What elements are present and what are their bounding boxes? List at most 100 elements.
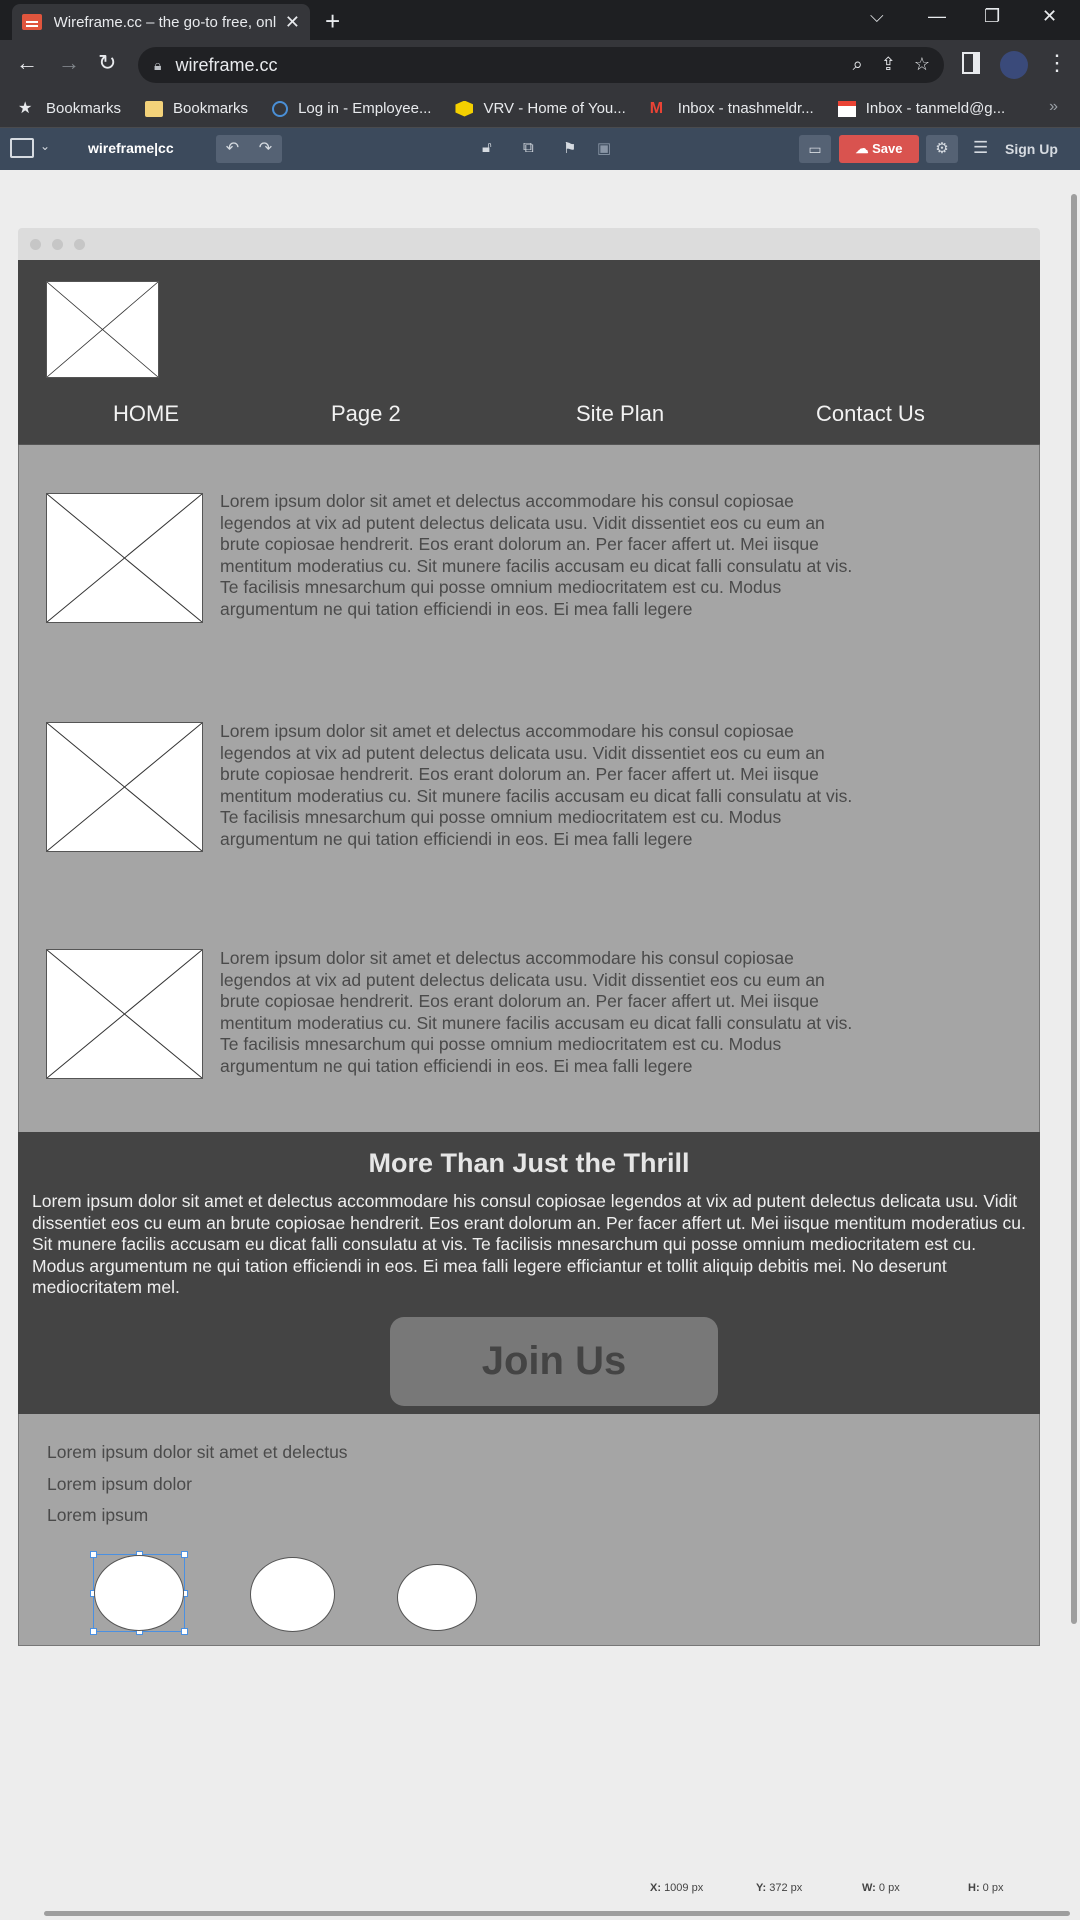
status-y: Y: 372 px (756, 1882, 803, 1894)
address-bar-row: ← → ↻ 🔒︎ wireframe.cc ⌕ ⇪ ☆ ⋮ (0, 40, 1080, 90)
reload-button[interactable]: ↻ (98, 50, 116, 76)
profile-avatar[interactable] (1000, 51, 1028, 79)
bookmark-item[interactable]: Log in - Employee... (272, 100, 431, 117)
row-text[interactable]: Lorem ipsum dolor sit amet et delectus a… (220, 721, 860, 850)
close-window-button[interactable]: ✕ (1042, 6, 1057, 27)
chevron-down-icon[interactable]: ⌄ (40, 139, 50, 153)
nav-site-plan[interactable]: Site Plan (576, 401, 664, 427)
browser-menu-icon[interactable]: ⋮ (1046, 50, 1068, 76)
zoom-icon[interactable]: ⌕ (853, 54, 863, 75)
tab-title: Wireframe.cc – the go-to free, online wi… (53, 13, 277, 31)
login-icon (272, 100, 289, 117)
frame-dot (30, 239, 41, 250)
wireframe-content[interactable]: Lorem ipsum dolor sit amet et delectus a… (18, 445, 1040, 1132)
omnibox[interactable]: 🔒︎ wireframe.cc ⌕ ⇪ ☆ (138, 47, 944, 83)
restore-button[interactable]: ❐ (984, 6, 1000, 27)
app-toolbar: ⌄ wireframe|cc ↶ ↷ 🔓︎ ⧉ ⚑ ▣ ▭ ☁ Save ⚙ ☰… (0, 128, 1080, 170)
redo-icon[interactable]: ↷ (249, 135, 282, 163)
row-text[interactable]: Lorem ipsum dolor sit amet et delectus a… (220, 948, 860, 1077)
bookmark-star-icon[interactable]: ☆ (914, 54, 930, 75)
group-icon[interactable]: ▣ (597, 139, 611, 157)
resize-handle[interactable] (90, 1551, 97, 1558)
browser-tabbar: Wireframe.cc – the go-to free, online wi… (0, 0, 1080, 40)
page-icon[interactable] (10, 138, 34, 158)
hamburger-menu-icon[interactable]: ☰ (973, 138, 988, 158)
editor-canvas[interactable]: HOME Page 2 Site Plan Contact Us Lorem i… (0, 170, 1080, 1920)
bookmark-label: Bookmarks (173, 100, 249, 117)
status-h: H: 0 px (968, 1882, 1004, 1894)
status-y-value: 372 px (769, 1882, 803, 1894)
back-button[interactable]: ← (16, 50, 38, 76)
bookmark-item[interactable]: ★ Bookmarks (18, 100, 121, 117)
status-w-value: 0 px (878, 1882, 900, 1894)
nav-contact-us[interactable]: Contact Us (816, 401, 925, 427)
align-icon[interactable]: ⚑ (563, 139, 576, 157)
status-h-value: 0 px (982, 1882, 1004, 1894)
folder-icon (145, 100, 164, 117)
logo-image-placeholder[interactable] (46, 281, 159, 378)
save-label: Save (872, 141, 903, 156)
resize-handle[interactable] (181, 1551, 188, 1558)
undo-redo-group: ↶ ↷ (216, 135, 282, 163)
section-heading[interactable]: More Than Just the Thrill (18, 1148, 1040, 1179)
vertical-scrollbar[interactable] (1071, 194, 1077, 1624)
wireframe-browser-frame: HOME Page 2 Site Plan Contact Us Lorem i… (18, 228, 1040, 1646)
image-placeholder[interactable] (46, 722, 203, 852)
signup-link[interactable]: Sign Up (1005, 141, 1058, 157)
join-us-button[interactable]: Join Us (390, 1317, 718, 1406)
side-panel-icon[interactable] (962, 52, 980, 74)
image-placeholder[interactable] (46, 949, 203, 1079)
forward-button[interactable]: → (58, 50, 80, 76)
bookmark-label: Log in - Employee... (298, 100, 432, 117)
image-placeholder[interactable] (46, 493, 203, 623)
circle-shape[interactable] (250, 1557, 335, 1632)
close-tab-icon[interactable]: ✕ (285, 12, 300, 33)
bookmarks-bar: ★ Bookmarks Bookmarks Log in - Employee.… (0, 90, 1080, 128)
circle-shape-selected[interactable] (94, 1555, 184, 1631)
nav-page-2[interactable]: Page 2 (331, 401, 401, 427)
settings-button[interactable]: ⚙ (926, 135, 958, 163)
new-tab-button[interactable]: + (325, 6, 340, 37)
gmail-icon: M (649, 99, 664, 117)
status-x: X: 1009 px (650, 1882, 704, 1894)
circle-shape[interactable] (397, 1564, 477, 1631)
undo-icon[interactable]: ↶ (216, 135, 249, 163)
row-text[interactable]: Lorem ipsum dolor sit amet et delectus a… (220, 491, 860, 620)
footer-line[interactable]: Lorem ipsum (47, 1505, 148, 1526)
vrv-icon (455, 100, 474, 117)
bookmark-item[interactable]: Bookmarks (145, 100, 248, 117)
more-bookmarks-icon[interactable]: » (1049, 98, 1058, 116)
thrill-section[interactable]: More Than Just the Thrill Lorem ipsum do… (18, 1132, 1040, 1414)
bookmark-item[interactable]: M Inbox - tnashmeldr... (650, 100, 814, 117)
browser-tab[interactable]: Wireframe.cc – the go-to free, online wi… (12, 4, 310, 40)
nav-home[interactable]: HOME (113, 401, 179, 427)
bookmark-label: Inbox - tnashmeldr... (677, 100, 814, 117)
horizontal-scrollbar[interactable] (44, 1911, 1070, 1916)
bookmark-label: Bookmarks (46, 100, 122, 117)
resize-handle[interactable] (90, 1628, 97, 1635)
resize-handle[interactable] (181, 1628, 188, 1635)
bookmark-item[interactable]: Inbox - tanmeld@g... (837, 100, 1005, 117)
save-button[interactable]: ☁ Save (839, 135, 919, 163)
wireframe-header[interactable]: HOME Page 2 Site Plan Contact Us (18, 260, 1040, 445)
comment-button[interactable]: ▭ (799, 135, 831, 163)
share-icon[interactable]: ⇪ (881, 54, 896, 75)
minimize-button[interactable]: — (928, 6, 946, 27)
wireframe-footer[interactable]: Lorem ipsum dolor sit amet et delectus L… (18, 1414, 1040, 1646)
lock-icon[interactable]: 🔓︎ (482, 139, 492, 156)
frame-dot (52, 239, 63, 250)
frame-title-bar (18, 228, 1040, 260)
section-text[interactable]: Lorem ipsum dolor sit amet et delectus a… (32, 1191, 1028, 1299)
status-w: W: 0 px (862, 1882, 900, 1894)
tab-search-icon[interactable]: ⌵ (870, 6, 884, 27)
status-x-value: 1009 px (664, 1882, 704, 1894)
star-icon: ★ (18, 99, 33, 117)
footer-line[interactable]: Lorem ipsum dolor (47, 1474, 192, 1495)
brand-logo[interactable]: wireframe|cc (88, 140, 174, 156)
lock-icon[interactable]: 🔒︎ (154, 57, 161, 74)
bookmark-label: VRV - Home of You... (483, 100, 626, 117)
duplicate-icon[interactable]: ⧉ (523, 139, 534, 156)
frame-dot (74, 239, 85, 250)
bookmark-item[interactable]: VRV - Home of You... (455, 100, 626, 117)
footer-line[interactable]: Lorem ipsum dolor sit amet et delectus (47, 1442, 348, 1463)
